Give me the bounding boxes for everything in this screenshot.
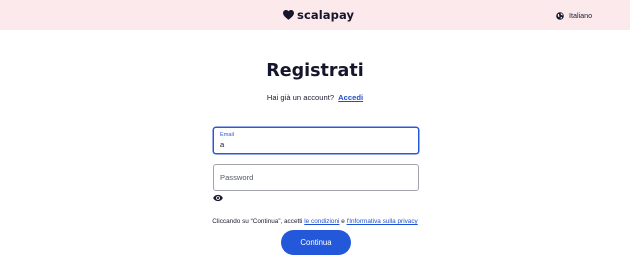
email-label: Email bbox=[220, 132, 234, 138]
language-selector[interactable]: Italiano bbox=[556, 10, 592, 22]
header-bar: scalapay Italiano bbox=[0, 0, 630, 30]
logo-wordmark: scalapay bbox=[297, 8, 355, 22]
eye-icon[interactable] bbox=[213, 194, 223, 202]
password-field[interactable] bbox=[213, 164, 419, 191]
email-field[interactable]: Email bbox=[213, 127, 419, 154]
password-input[interactable] bbox=[220, 173, 410, 183]
continue-button[interactable]: Continua bbox=[281, 230, 351, 255]
globe-icon bbox=[556, 12, 564, 20]
login-link[interactable]: Accedi bbox=[338, 93, 363, 102]
heart-icon bbox=[283, 10, 294, 20]
email-input[interactable] bbox=[220, 140, 410, 150]
scalapay-logo[interactable]: scalapay bbox=[283, 8, 354, 22]
consent-prefix: Cliccando su “Continua”, accetti bbox=[212, 218, 303, 225]
language-label: Italiano bbox=[569, 11, 593, 20]
privacy-link[interactable]: l'Informativa sulla privacy bbox=[347, 218, 418, 225]
login-prompt-text: Hai già un account? bbox=[266, 93, 335, 102]
page-title: Registrati bbox=[266, 61, 364, 81]
consent-conjunction: e bbox=[341, 218, 345, 225]
terms-link[interactable]: le condizioni bbox=[304, 218, 339, 225]
consent-text: Cliccando su “Continua”, accetti le cond… bbox=[0, 217, 630, 226]
login-prompt: Hai già un account? Accedi bbox=[0, 92, 630, 103]
